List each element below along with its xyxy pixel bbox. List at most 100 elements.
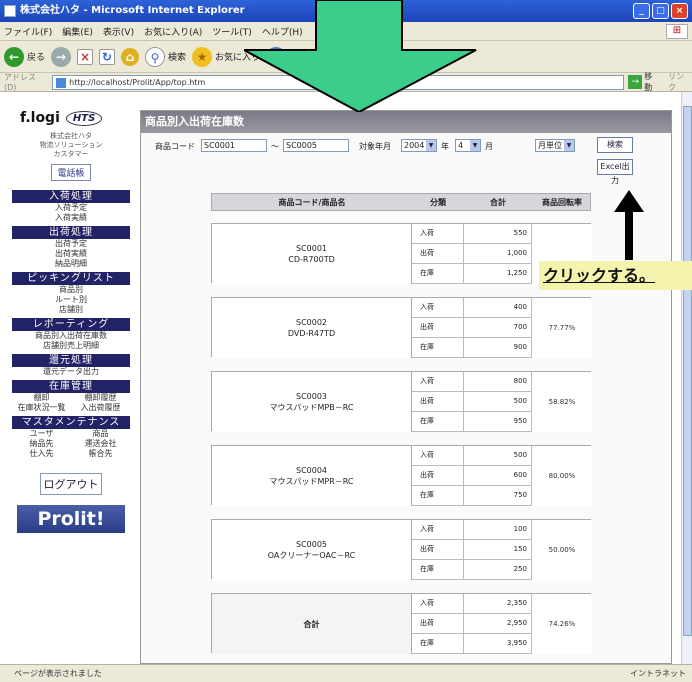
turnover-rate-cell: 74.26% xyxy=(532,594,592,654)
filter-form: 商品コード SC0001 ～ SC0005 対象年月 2004 ▼ 年 4 ▼ … xyxy=(141,133,671,193)
kind-cell: 在庫 xyxy=(412,486,464,505)
nav-return-output[interactable]: 還元データ出力 xyxy=(12,367,130,377)
product-code: SC0002 xyxy=(295,318,328,327)
product-code-to-input[interactable]: SC0005 xyxy=(283,139,349,152)
kind-cell: 出荷 xyxy=(412,466,464,485)
product-cell: SC0003 マウスパッドMPB－RC xyxy=(212,372,412,432)
links-label[interactable]: リンク xyxy=(668,71,692,93)
product-cell: SC0005 OAクリーナーOAC－RC xyxy=(212,520,412,580)
amount-cell: 800 xyxy=(464,372,532,391)
menu-favorites[interactable]: お気に入り(A) xyxy=(144,25,202,38)
section-master: マスタメンテナンス ユーザ 商品 納品先 運送会社 仕入先 帳合先 xyxy=(12,416,130,459)
nav-delivery-detail[interactable]: 納品明細 xyxy=(12,259,130,269)
search-button[interactable]: ⚲ 検索 xyxy=(145,46,186,67)
chevron-down-icon: ▼ xyxy=(470,140,480,151)
product-code-from-input[interactable]: SC0001 xyxy=(201,139,267,152)
kind-cell: 入荷 xyxy=(412,594,464,613)
nav-receiving-actual[interactable]: 入荷実績 xyxy=(12,213,130,223)
section-title-receiving: 入荷処理 xyxy=(12,190,130,203)
nav-stocktake-history[interactable]: 棚卸履歴 xyxy=(71,393,130,403)
menu-view[interactable]: 表示(V) xyxy=(103,25,134,38)
company-line-3: カスタマー xyxy=(53,150,89,158)
table-row: 在庫 900 xyxy=(412,338,532,358)
section-title-stock: 在庫管理 xyxy=(12,380,130,393)
company-line-2: 物流ソリューション xyxy=(39,141,103,149)
chevron-down-icon: ▼ xyxy=(426,140,436,151)
up-arrow-icon xyxy=(614,190,644,260)
logout-button[interactable]: ログアウト xyxy=(40,473,102,495)
search-submit-button[interactable]: 検索 xyxy=(597,137,633,153)
amount-cell: 250 xyxy=(464,560,532,579)
nav-stock-list[interactable]: 在庫状況一覧 xyxy=(12,403,71,413)
nav-picking-route[interactable]: ルート別 xyxy=(12,295,130,305)
kind-cell: 入荷 xyxy=(412,372,464,391)
scrollbar-thumb[interactable] xyxy=(683,106,692,636)
page-icon xyxy=(56,77,67,88)
table-row: 出荷 150 xyxy=(412,540,532,560)
nav-stocktake[interactable]: 棚卸 xyxy=(12,393,71,403)
section-shipping: 出荷処理 出荷予定 出荷実績 納品明細 xyxy=(12,226,130,269)
year-select[interactable]: 2004 ▼ xyxy=(401,139,437,152)
amount-cell: 500 xyxy=(464,446,532,465)
amount-cell: 500 xyxy=(464,392,532,411)
windows-logo-icon: ⊞ xyxy=(666,24,688,39)
table-product-group: SC0005 OAクリーナーOAC－RC 入荷 100 出荷 150 在庫 250 50.00% xyxy=(211,519,592,580)
product-name: DVD-R47TD xyxy=(287,329,336,338)
nav-picking-product[interactable]: 商品別 xyxy=(12,285,130,295)
header-product: 商品コード/商品名 xyxy=(278,197,346,207)
nav-inout-history[interactable]: 入出荷履歴 xyxy=(71,403,130,413)
unit-select[interactable]: 月単位 ▼ xyxy=(535,139,575,152)
month-select[interactable]: 4 ▼ xyxy=(455,139,481,152)
kind-cell: 在庫 xyxy=(412,264,464,283)
table-row: 出荷 700 xyxy=(412,318,532,338)
turnover-rate-cell: 58.82% xyxy=(532,372,592,432)
nav-picking-store[interactable]: 店舗別 xyxy=(12,305,130,315)
amount-cell: 600 xyxy=(464,466,532,485)
turnover-rate-cell: 80.00% xyxy=(532,446,592,506)
product-code: SC0001 xyxy=(295,244,328,253)
nav-master-product[interactable]: 商品 xyxy=(71,429,130,439)
section-title-master: マスタメンテナンス xyxy=(12,416,130,429)
nav-report-sales[interactable]: 店舗別売上明細 xyxy=(12,341,130,351)
status-bar: ページが表示されました イントラネット xyxy=(0,664,692,682)
nav-master-supplier[interactable]: 仕入先 xyxy=(12,449,71,459)
nav-report-stock[interactable]: 商品別入出荷在庫数 xyxy=(12,331,130,341)
vertical-scrollbar[interactable] xyxy=(681,92,692,664)
menu-edit[interactable]: 編集(E) xyxy=(62,25,93,38)
minimize-button[interactable]: _ xyxy=(633,3,650,19)
nav-master-delivery[interactable]: 納品先 xyxy=(12,439,71,449)
nav-master-account[interactable]: 帳合先 xyxy=(71,449,130,459)
nav-shipping-actual[interactable]: 出荷実績 xyxy=(12,249,130,259)
click-instruction-label: クリックする。 xyxy=(539,261,692,290)
table-header: 商品コード/商品名 分類 合計 商品回転率 xyxy=(211,193,591,211)
stop-icon[interactable]: × xyxy=(77,48,94,65)
product-name: マウスパッドMPB－RC xyxy=(269,403,354,412)
home-icon[interactable]: ⌂ xyxy=(121,47,140,66)
top-button[interactable]: 電話帳 xyxy=(51,164,91,181)
nav-master-user[interactable]: ユーザ xyxy=(12,429,71,439)
go-button[interactable]: → 移動 xyxy=(628,71,660,93)
kind-cell: 在庫 xyxy=(412,412,464,431)
product-name: CD-R700TD xyxy=(288,255,335,264)
excel-export-button[interactable]: Excel出力 xyxy=(597,159,633,185)
back-button[interactable]: ← 戻る xyxy=(4,46,45,67)
logo-text: f.logi xyxy=(20,110,60,126)
amount-cell: 950 xyxy=(464,412,532,431)
amount-cell: 100 xyxy=(464,520,532,539)
nav-shipping-plan[interactable]: 出荷予定 xyxy=(12,239,130,249)
maximize-button[interactable]: □ xyxy=(652,3,669,19)
go-arrow-icon: → xyxy=(628,75,643,89)
month-unit: 月 xyxy=(485,142,493,151)
table-total-group: 合計 入荷 2,350 出荷 2,950 在庫 3,950 74.26% xyxy=(211,593,592,654)
close-button[interactable]: × xyxy=(671,3,688,19)
menu-file[interactable]: ファイル(F) xyxy=(4,25,52,38)
product-name: OAクリーナーOAC－RC xyxy=(267,551,356,560)
kind-cell: 入荷 xyxy=(412,298,464,317)
nav-receiving-plan[interactable]: 入荷予定 xyxy=(12,203,130,213)
search-icon: ⚲ xyxy=(145,46,166,67)
hts-badge: HTS xyxy=(65,110,103,126)
refresh-icon[interactable]: ↻ xyxy=(99,48,116,65)
nav-master-carrier[interactable]: 運送会社 xyxy=(71,439,130,449)
forward-arrow-icon[interactable]: → xyxy=(51,46,72,67)
product-cell: SC0002 DVD-R47TD xyxy=(212,298,412,358)
